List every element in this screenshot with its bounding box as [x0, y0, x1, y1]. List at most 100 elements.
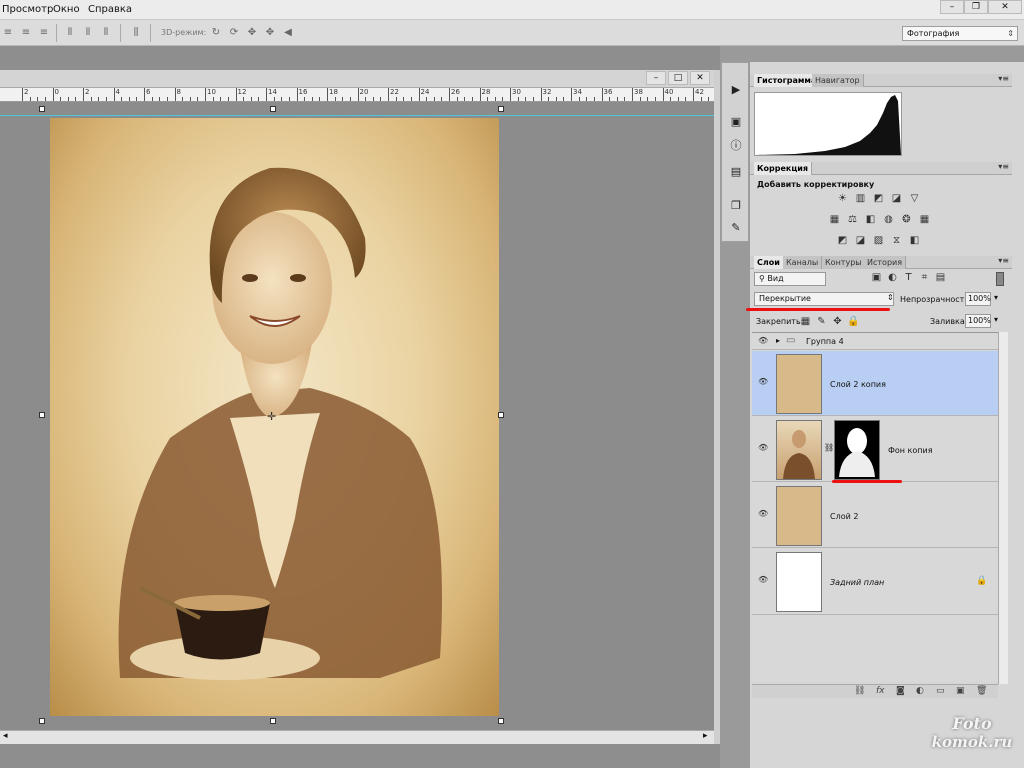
scroll-right-icon[interactable]: ▸ — [703, 731, 708, 741]
info-icon[interactable]: ⓘ — [727, 137, 745, 153]
menu-view[interactable]: Просмотр — [2, 4, 53, 15]
lock-pixels-icon[interactable]: ✎ — [815, 316, 828, 327]
layer-name[interactable]: Слой 2 копия — [830, 380, 886, 389]
menu-window[interactable]: Окно — [53, 4, 80, 15]
distribute-icon[interactable]: ⫼ — [130, 27, 142, 39]
layer-row-background[interactable]: 👁 Задний план 🔒 — [752, 549, 998, 615]
transform-handle[interactable] — [270, 718, 276, 724]
levels-icon[interactable]: ▥ — [854, 193, 867, 204]
tab-history[interactable]: История — [864, 256, 907, 269]
layer-name[interactable]: Группа 4 — [806, 337, 844, 346]
transform-handle[interactable] — [39, 106, 45, 112]
link-layers-icon[interactable]: ⛓ — [854, 686, 865, 696]
align-vcenter-icon[interactable]: ≡ — [20, 27, 32, 39]
transform-handle[interactable] — [270, 106, 276, 112]
vibrance-icon[interactable]: ▽ — [908, 193, 921, 204]
opacity-input[interactable]: 100% — [965, 292, 991, 306]
3d-scale-icon[interactable]: ◀ — [282, 27, 294, 39]
vertical-scrollbar[interactable] — [714, 70, 720, 744]
fill-input[interactable]: 100% — [965, 314, 991, 328]
color-lookup-icon[interactable]: ▦ — [918, 214, 931, 225]
lock-icon[interactable]: 🔒 — [976, 576, 987, 586]
lock-transparent-icon[interactable]: ▦ — [799, 316, 812, 327]
blend-mode-select[interactable]: Перекрытие — [754, 292, 894, 306]
add-mask-icon[interactable]: ◙ — [896, 686, 905, 696]
curves-icon[interactable]: ◩ — [872, 193, 885, 204]
gradient-map-icon[interactable]: ⧖ — [890, 235, 903, 246]
maximize-button[interactable]: ❐ — [964, 0, 988, 14]
lock-all-icon[interactable]: 🔒 — [847, 316, 860, 327]
align-top-icon[interactable]: ≡ — [2, 27, 14, 39]
channel-mixer-icon[interactable]: ❂ — [900, 214, 913, 225]
close-button[interactable]: ✕ — [988, 0, 1022, 14]
exposure-icon[interactable]: ◪ — [890, 193, 903, 204]
layer-row[interactable]: 👁 Слой 2 — [752, 483, 998, 548]
black-white-icon[interactable]: ◧ — [864, 214, 877, 225]
new-layer-icon[interactable]: ▣ — [956, 686, 965, 696]
invert-icon[interactable]: ◩ — [836, 235, 849, 246]
warning-icon[interactable]: ⚠ — [889, 95, 896, 104]
align-left-icon[interactable]: ⫴ — [64, 27, 76, 39]
tab-navigator[interactable]: Навигатор — [812, 74, 864, 87]
filter-toggle[interactable] — [996, 272, 1004, 286]
menu-help[interactable]: Справка — [88, 4, 132, 15]
fx-icon[interactable]: fx — [876, 686, 885, 696]
layer-name[interactable]: Фон копия — [888, 446, 933, 455]
transform-handle[interactable] — [498, 412, 504, 418]
color-balance-icon[interactable]: ⚖ — [846, 214, 859, 225]
panel-menu-icon[interactable]: ▾≡ — [998, 162, 1009, 171]
visibility-eye-icon[interactable]: 👁 — [758, 377, 768, 386]
align-hcenter-icon[interactable]: ⫴ — [82, 27, 94, 39]
transform-handle[interactable] — [39, 718, 45, 724]
visibility-eye-icon[interactable]: 👁 — [758, 509, 768, 518]
transform-handle[interactable] — [498, 718, 504, 724]
transform-handle[interactable] — [498, 106, 504, 112]
align-bottom-icon[interactable]: ≡ — [38, 27, 50, 39]
layer-name[interactable]: Задний план — [830, 578, 884, 587]
clone-source-icon[interactable]: ❐ — [727, 199, 745, 215]
brightness-icon[interactable]: ☀ — [836, 193, 849, 204]
fill-dropdown-icon[interactable]: ▾ — [994, 315, 998, 324]
doc-close-button[interactable]: ✕ — [690, 71, 710, 85]
layer-row-selected[interactable]: 👁 Слой 2 копия — [752, 351, 998, 416]
trash-icon[interactable]: 🗑 — [976, 686, 987, 696]
play-actions-icon[interactable]: ▶ — [727, 83, 745, 99]
workspace-select[interactable]: Фотография — [902, 26, 1018, 41]
brush-presets-icon[interactable]: ▤ — [727, 165, 745, 181]
layer-name[interactable]: Слой 2 — [830, 512, 858, 521]
panel-menu-icon[interactable]: ▾≡ — [998, 256, 1009, 265]
3d-pan-icon[interactable]: ✥ — [246, 27, 258, 39]
photo-filter-icon[interactable]: ◍ — [882, 214, 895, 225]
doc-maximize-button[interactable]: □ — [668, 71, 688, 85]
align-right-icon[interactable]: ⫴ — [100, 27, 112, 39]
layer-row-group[interactable]: 👁 ▸ ▭ Группа 4 — [752, 333, 998, 350]
3d-roll-icon[interactable]: ⟳ — [228, 27, 240, 39]
3d-slide-icon[interactable]: ✥ — [264, 27, 276, 39]
visibility-eye-icon[interactable]: 👁 — [758, 575, 768, 584]
3d-rotate-icon[interactable]: ↻ — [210, 27, 222, 39]
visibility-eye-icon[interactable]: 👁 — [758, 443, 768, 452]
threshold-icon[interactable]: ▨ — [872, 235, 885, 246]
tab-adjustments[interactable]: Коррекция — [754, 162, 813, 175]
properties-icon[interactable]: ▣ — [727, 115, 745, 131]
new-adjustment-icon[interactable]: ◐ — [916, 686, 924, 696]
filter-smart-icon[interactable]: ▤ — [934, 272, 947, 283]
selective-color-icon[interactable]: ◧ — [908, 235, 921, 246]
layer-row-masked[interactable]: 👁 ⛓ Фон копия — [752, 417, 998, 482]
posterize-icon[interactable]: ◪ — [854, 235, 867, 246]
lock-position-icon[interactable]: ✥ — [831, 316, 844, 327]
new-group-icon[interactable]: ▭ — [936, 686, 945, 696]
tab-layers[interactable]: Слои — [754, 256, 784, 269]
doc-minimize-button[interactable]: – — [646, 71, 666, 85]
layers-scrollbar[interactable] — [998, 332, 1008, 684]
tab-channels[interactable]: Каналы — [783, 256, 823, 269]
layer-mask-thumbnail[interactable] — [834, 420, 880, 480]
panel-menu-icon[interactable]: ▾≡ — [998, 74, 1009, 83]
tool-presets-icon[interactable]: ✎ — [727, 221, 745, 237]
tab-histogram[interactable]: Гистограмма — [754, 74, 821, 87]
opacity-dropdown-icon[interactable]: ▾ — [994, 293, 998, 302]
hue-saturation-icon[interactable]: ▦ — [828, 214, 841, 225]
filter-pixel-icon[interactable]: ▣ — [870, 272, 883, 283]
tab-paths[interactable]: Контуры — [822, 256, 866, 269]
filter-adjustment-icon[interactable]: ◐ — [886, 272, 899, 283]
